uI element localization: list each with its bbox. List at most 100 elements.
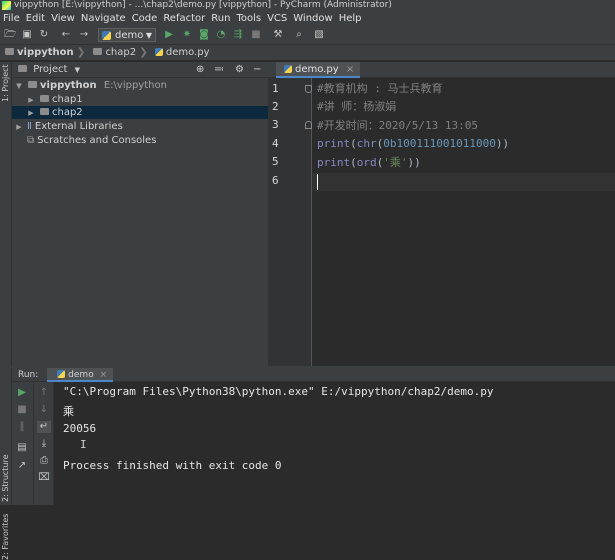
- rerun-icon[interactable]: ▶: [15, 387, 29, 399]
- down-arrow-icon[interactable]: ↓: [37, 404, 51, 416]
- scroll-to-end-icon[interactable]: ⤓: [37, 438, 51, 450]
- trash-icon[interactable]: ⌧: [37, 472, 51, 484]
- fold-icon[interactable]: [305, 85, 312, 93]
- favorites-tool-button[interactable]: 2: Favorites: [1, 514, 10, 560]
- pycharm-logo-icon: [2, 1, 11, 10]
- chevron-down-icon: ▼: [145, 31, 152, 40]
- menu-window[interactable]: Window: [290, 13, 335, 24]
- stop-icon[interactable]: ■: [250, 29, 262, 41]
- sync-icon[interactable]: ↻: [38, 29, 50, 41]
- hide-icon[interactable]: −: [253, 62, 261, 78]
- project-view-select[interactable]: Project: [33, 64, 67, 75]
- jump-to-icon[interactable]: ▧: [313, 29, 325, 41]
- tree-item-scratches[interactable]: ⧉ Scratches and Consoles: [12, 134, 268, 147]
- collapse-all-icon[interactable]: ≕: [214, 62, 224, 78]
- title-bar: vippython [E:\vippython] - ...\chap2\dem…: [0, 0, 615, 11]
- code-builtin: print: [317, 156, 351, 169]
- locate-icon[interactable]: ⊕: [196, 62, 204, 78]
- debug-icon[interactable]: ✷: [181, 29, 193, 41]
- breadcrumb-folder[interactable]: chap2: [105, 47, 136, 58]
- code-line-5: print(ord('乘')): [317, 154, 421, 172]
- menu-view[interactable]: View: [48, 13, 78, 24]
- code-line-2: #讲 师：杨淑娟: [317, 100, 397, 113]
- wrench-icon[interactable]: ⚒: [272, 29, 284, 41]
- menu-file[interactable]: File: [0, 13, 23, 24]
- line-number: 5: [272, 155, 279, 168]
- menu-edit[interactable]: Edit: [23, 13, 48, 24]
- pause-icon[interactable]: ‖: [15, 421, 29, 433]
- up-arrow-icon[interactable]: ↑: [37, 387, 51, 399]
- tree-item-chap2[interactable]: ▶ chap2: [12, 106, 268, 119]
- profile-icon[interactable]: ◔: [215, 29, 227, 41]
- stop-icon[interactable]: ■: [15, 404, 29, 416]
- menu-bar: File Edit View Navigate Code Refactor Run Tools…: [0, 11, 615, 26]
- tree-item-label: vippython: [40, 80, 97, 91]
- tree-item-external-libraries[interactable]: ▶ Ⅱ External Libraries: [12, 120, 268, 133]
- gear-icon[interactable]: ⚙: [235, 62, 244, 78]
- menu-vcs[interactable]: VCS: [264, 13, 290, 24]
- code-builtin: chr: [356, 137, 377, 150]
- python-file-icon: [284, 65, 292, 73]
- menu-code[interactable]: Code: [129, 13, 161, 24]
- collapsed-arrow-icon[interactable]: ▶: [15, 121, 23, 134]
- back-arrow-icon[interactable]: ←: [60, 29, 72, 41]
- menu-help[interactable]: Help: [336, 13, 365, 24]
- line-number: 6: [272, 174, 279, 187]
- breadcrumb: vippython ❯ chap2 ❯ demo.py: [0, 45, 615, 61]
- folder-icon: [40, 95, 49, 102]
- search-icon[interactable]: ⌕: [293, 29, 305, 41]
- menu-tools[interactable]: Tools: [233, 13, 264, 24]
- open-folder-icon[interactable]: 🗁: [4, 29, 16, 41]
- forward-arrow-icon[interactable]: →: [78, 29, 90, 41]
- menu-navigate[interactable]: Navigate: [78, 13, 129, 24]
- breadcrumb-project[interactable]: vippython: [17, 47, 74, 58]
- project-tool-button[interactable]: 1: Project: [1, 64, 10, 102]
- run-configuration-label: demo: [115, 30, 144, 41]
- project-panel-header: Project ▼ ⊕ ≕ ⚙ −: [12, 62, 268, 78]
- collapsed-arrow-icon[interactable]: ▶: [27, 107, 35, 120]
- code-line-1: #教育机构 : 马士兵教育: [317, 82, 443, 95]
- current-line-highlight: [312, 173, 615, 191]
- concurrency-icon[interactable]: ⇶: [232, 29, 244, 41]
- code-punct: (: [350, 137, 357, 150]
- folder-icon: [5, 48, 14, 55]
- project-icon: [18, 65, 27, 72]
- expanded-arrow-icon[interactable]: ▼: [15, 80, 23, 93]
- console-output[interactable]: "C:\Program Files\Python38\python.exe" E…: [54, 382, 615, 505]
- save-icon[interactable]: ▣: [21, 29, 33, 41]
- tree-item-label: Scratches and Consoles: [37, 135, 157, 146]
- soft-wrap-icon[interactable]: ↵: [37, 421, 51, 433]
- code-punct: (: [350, 156, 357, 169]
- code-editor[interactable]: #教育机构 : 马士兵教育 #讲 师：杨淑娟 #开发时间：2020/5/13 1…: [312, 78, 615, 366]
- menu-refactor[interactable]: Refactor: [160, 13, 208, 24]
- menu-run[interactable]: Run: [208, 13, 233, 24]
- print-icon[interactable]: ⎙: [37, 455, 51, 467]
- close-icon[interactable]: ×: [346, 64, 354, 75]
- tree-item-vippython[interactable]: ▼ vippython E:\vippython: [12, 79, 268, 92]
- run-panel-header: Run: demo ×: [12, 368, 615, 382]
- library-icon: Ⅱ: [27, 121, 32, 132]
- tree-item-chap1[interactable]: ▶ chap1: [12, 93, 268, 106]
- console-line: Process finished with exit code 0: [63, 459, 282, 472]
- structure-tool-button[interactable]: 2: Structure: [1, 454, 10, 502]
- chevron-down-icon[interactable]: ▼: [75, 66, 80, 74]
- pin-icon[interactable]: ↗: [15, 460, 29, 472]
- run-toolbar-primary: ▶ ■ ‖ ▤ ↗: [12, 382, 34, 505]
- console-line: "C:\Program Files\Python38\python.exe" E…: [63, 385, 494, 398]
- breadcrumb-file[interactable]: demo.py: [166, 47, 210, 58]
- code-builtin: ord: [356, 156, 377, 169]
- close-icon[interactable]: ×: [100, 370, 108, 380]
- text-caret: [317, 174, 318, 190]
- run-configuration-select[interactable]: demo ▼: [98, 28, 156, 42]
- editor-tabs: demo.py ×: [268, 62, 615, 78]
- coverage-icon[interactable]: ◙: [198, 29, 210, 41]
- console-line: 20056: [63, 422, 97, 435]
- line-number: 4: [272, 137, 279, 150]
- code-builtin: print: [317, 137, 351, 150]
- tab-demo-py[interactable]: demo.py ×: [276, 62, 361, 78]
- run-icon[interactable]: ▶: [163, 29, 175, 41]
- run-tab-demo[interactable]: demo ×: [47, 368, 114, 382]
- python-file-icon: [57, 370, 66, 378]
- fold-icon[interactable]: [305, 121, 312, 129]
- layout-icon[interactable]: ▤: [15, 442, 29, 454]
